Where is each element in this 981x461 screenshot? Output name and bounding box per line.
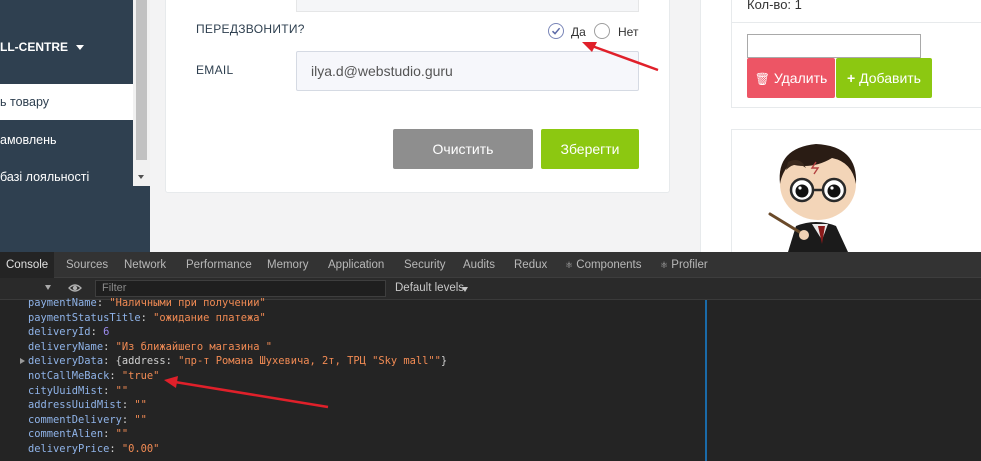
console-line: paymentStatusTitle: "ожидание платежа" xyxy=(28,311,266,324)
email-label: EMAIL xyxy=(196,63,234,77)
console-line: deliveryPrice: "0.00" xyxy=(28,442,160,455)
radio-yes[interactable] xyxy=(548,23,564,39)
sidebar-scrollbar[interactable] xyxy=(133,0,150,186)
previous-field[interactable] xyxy=(296,0,639,12)
console-sidebar-divider[interactable] xyxy=(705,300,707,461)
tab-profiler[interactable]: ⚛ Profiler xyxy=(654,252,714,278)
clear-button[interactable]: Очистить xyxy=(393,129,533,169)
add-label: Добавить xyxy=(859,70,921,86)
tab-redux[interactable]: Redux xyxy=(508,252,553,278)
react-icon: ⚛ xyxy=(565,260,574,270)
plus-icon: + xyxy=(847,70,856,86)
expand-triangle-icon[interactable] xyxy=(20,358,25,364)
console-line: deliveryName: "Из ближайшего магазина " xyxy=(28,340,272,353)
tab-performance[interactable]: Performance xyxy=(180,252,258,278)
console-line-highlighted: notCallMeBack: "true" xyxy=(28,369,160,382)
tab-security[interactable]: Security xyxy=(398,252,452,278)
console-line: addressUuidMist: "" xyxy=(28,399,147,412)
tab-memory[interactable]: Memory xyxy=(261,252,315,278)
sidebar-item-loyalty[interactable]: базі лояльності xyxy=(0,159,133,195)
product-image[interactable] xyxy=(766,140,886,252)
console-line: cityUuidMist: "" xyxy=(28,384,129,397)
console-line: commentAlien: "" xyxy=(28,428,129,441)
console-line: paymentName: "Наличными при получении" xyxy=(28,297,266,309)
quantity-label: Кол-во: 1 xyxy=(747,0,802,12)
console-line: commentDelivery: "" xyxy=(28,413,147,426)
eye-icon[interactable] xyxy=(68,283,82,296)
chevron-down-icon[interactable] xyxy=(76,45,84,50)
brand-label: LL-CENTRE xyxy=(0,40,68,54)
console-output: paymentName: "Наличными при получении" p… xyxy=(28,296,447,457)
context-dropdown-icon[interactable] xyxy=(45,285,51,290)
sidebar-item-orders[interactable]: амовлень xyxy=(0,122,133,158)
tab-console[interactable]: Console xyxy=(0,252,55,278)
quantity-input[interactable] xyxy=(747,34,921,58)
log-levels-dropdown[interactable]: Default levels xyxy=(395,282,464,294)
tab-network[interactable]: Network xyxy=(118,252,172,278)
devtools-panel: Console Sources Network Performance Memo… xyxy=(0,252,981,461)
tab-audits[interactable]: Audits xyxy=(457,252,501,278)
callback-label: ПЕРЕДЗВОНИТИ? xyxy=(196,22,305,36)
tab-application[interactable]: Application xyxy=(322,252,390,278)
scrollbar-thumb[interactable] xyxy=(136,0,147,160)
radio-no[interactable] xyxy=(594,23,610,39)
sidebar: LL-CENTRE ь товару амовлень базі лояльно… xyxy=(0,0,150,252)
delete-button[interactable]: 🗑 Удалить xyxy=(747,58,835,98)
react-icon: ⚛ xyxy=(660,260,669,270)
console-line: deliveryId: 6 xyxy=(28,326,110,339)
save-button[interactable]: Зберегти xyxy=(541,129,639,169)
sidebar-header[interactable]: LL-CENTRE xyxy=(0,0,133,83)
tab-profiler-label: Profiler xyxy=(671,259,708,271)
tab-components-label: Components xyxy=(576,259,642,271)
add-button[interactable]: + Добавить xyxy=(836,58,932,98)
chevron-down-icon[interactable] xyxy=(462,287,468,292)
devtools-tabbar: Console Sources Network Performance Memo… xyxy=(0,252,981,278)
sidebar-item-product[interactable]: ь товару xyxy=(0,84,133,120)
email-field[interactable] xyxy=(296,51,639,91)
trash-icon: 🗑 xyxy=(754,72,770,86)
tab-sources[interactable]: Sources xyxy=(60,252,114,278)
scroll-down-icon[interactable] xyxy=(138,175,144,179)
delete-label: Удалить xyxy=(773,70,828,86)
tab-components[interactable]: ⚛ Components xyxy=(559,252,648,278)
console-line-expandable[interactable]: deliveryData: {address: "пр-т Романа Шух… xyxy=(28,354,447,369)
radio-yes-label[interactable]: Да xyxy=(571,25,586,39)
console-filter-input[interactable]: Filter xyxy=(95,280,386,297)
divider xyxy=(731,22,981,23)
radio-no-label[interactable]: Нет xyxy=(618,25,638,39)
sidebar-footer xyxy=(133,186,150,252)
check-icon xyxy=(551,27,561,35)
